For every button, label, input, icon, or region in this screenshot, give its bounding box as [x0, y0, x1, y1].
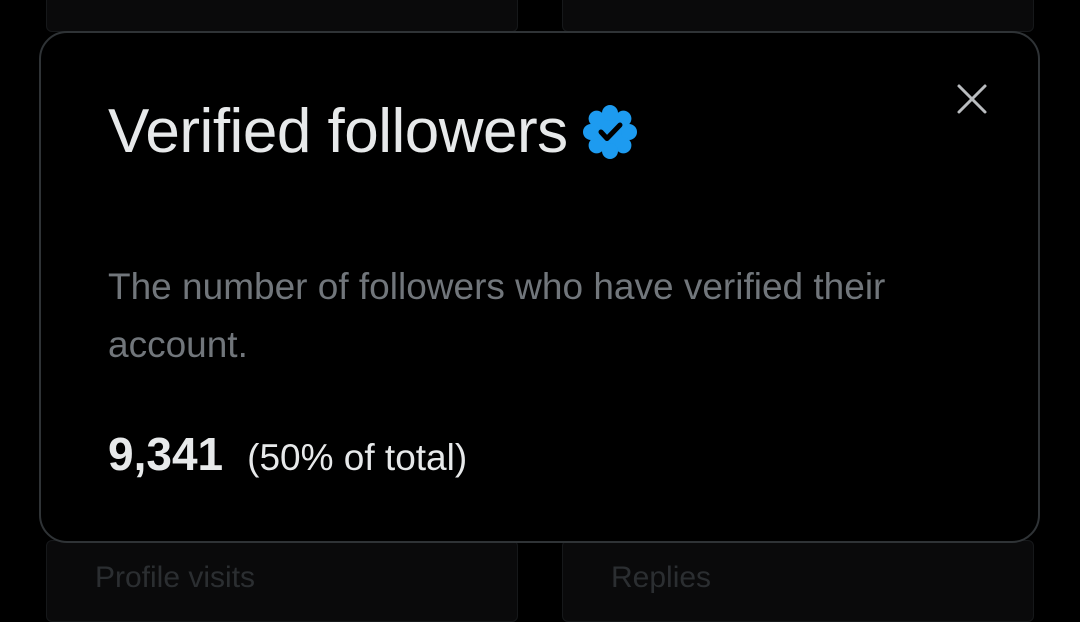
close-icon	[957, 84, 987, 114]
dialog-title: Verified followers	[108, 97, 568, 166]
verified-followers-percentage: (50% of total)	[247, 437, 468, 478]
dialog-description: The number of followers who have verifie…	[108, 266, 886, 365]
background-card-profile-visits: Profile visits	[46, 540, 518, 622]
verified-followers-stat: 9,341 (50% of total)	[108, 427, 467, 481]
dialog-header: Verified followers	[108, 101, 638, 163]
background-card-label: Profile visits	[95, 561, 256, 594]
background-card-replies: Replies	[562, 540, 1034, 622]
verified-followers-dialog: Verified followers The number of followe…	[39, 31, 1040, 543]
background-card-top-right	[562, 0, 1034, 32]
background-card-top-left	[46, 0, 518, 32]
close-button[interactable]	[952, 79, 992, 119]
verified-badge-icon	[582, 105, 637, 159]
background-card-label: Replies	[611, 561, 712, 594]
verified-followers-count: 9,341	[108, 428, 224, 480]
